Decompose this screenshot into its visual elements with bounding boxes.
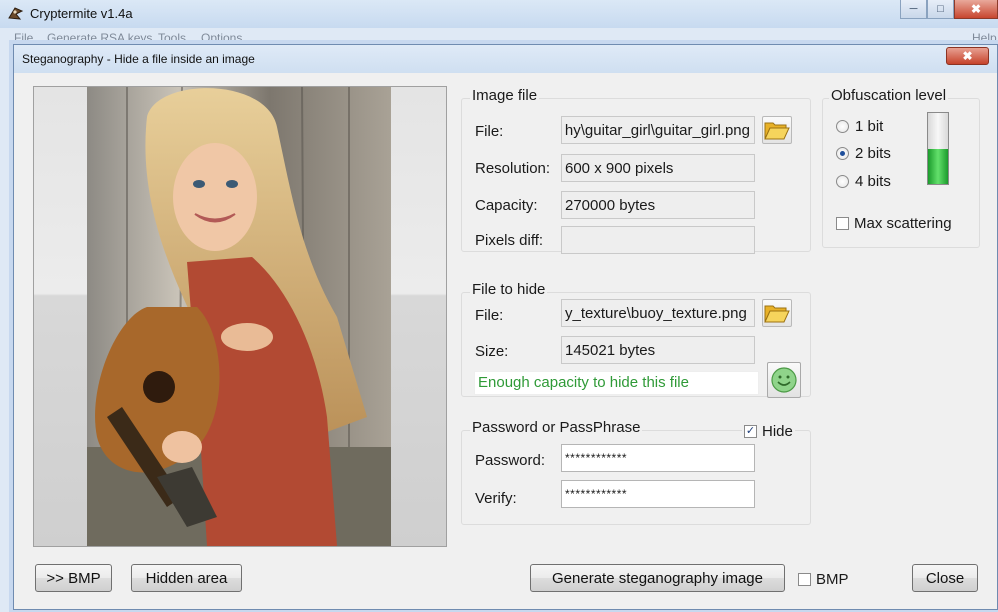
hide-file-size-field: 145021 bytes [561,336,755,364]
image-file-label: File: [475,123,504,140]
image-file-group-title: Image file [470,87,540,104]
obfuscation-level-meter [927,112,949,185]
hide-password-box[interactable]: ✓ [744,425,757,438]
minimize-button[interactable]: ─ [900,0,927,19]
folder-open-icon [764,305,790,323]
dialog-close-button[interactable]: ✖ [946,47,989,65]
menu-file[interactable]: File [14,31,33,45]
password-label: Password: [475,452,546,469]
app-title: Cryptermite v1.4a [30,6,133,21]
hide-file-size-label: Size: [475,343,509,360]
file-to-hide-group-title: File to hide [470,281,548,298]
image-file-browse-button[interactable] [762,116,792,144]
obfuscation-group-title: Obfuscation level [829,87,949,104]
app-icon [8,7,24,20]
radio-4-bits-label: 4 bits [855,173,891,190]
verify-label: Verify: [475,490,517,507]
folder-open-icon [764,122,790,140]
radio-2-bits-label: 2 bits [855,145,891,162]
file-to-hide-group: File to hide File: y_texture\buoy_textur… [461,281,811,398]
hidden-area-button[interactable]: Hidden area [131,564,242,592]
hide-password-label: Hide [762,423,793,440]
generate-steganography-button[interactable]: Generate steganography image [530,564,785,592]
menu-options[interactable]: Options [201,31,242,45]
smiley-status-button[interactable] [767,362,801,398]
dialog-title: Steganography - Hide a file inside an im… [22,52,255,66]
max-scattering-box[interactable] [836,217,849,230]
obfuscation-level-fill [928,148,948,184]
radio-2-bits-dot[interactable] [836,147,849,160]
radio-1-bit-dot[interactable] [836,120,849,133]
capacity-status-text: Enough capacity to hide this file [474,371,759,395]
photo-guitar-girl [87,87,391,546]
image-file-group: Image file File: hy\guitar_girl\guitar_g… [461,87,811,254]
window-close-button[interactable]: ✖ [954,0,998,19]
password-group: Password or PassPhrase ✓ Hide Password: … [461,419,811,525]
verify-password-input[interactable]: ************ [561,480,755,508]
smiley-icon [771,367,797,393]
steganography-dialog: Steganography - Hide a file inside an im… [13,44,998,610]
radio-1-bit-label: 1 bit [855,118,884,135]
dialog-titlebar: Steganography - Hide a file inside an im… [14,45,997,73]
hide-file-browse-button[interactable] [762,299,792,327]
image-file-path-field: hy\guitar_girl\guitar_girl.png [561,116,755,144]
capacity-label: Capacity: [475,197,538,214]
resolution-label: Resolution: [475,160,551,177]
window-controls: ─ □ ✖ [900,0,998,20]
hide-file-label: File: [475,307,504,324]
radio-1-bit[interactable]: 1 bit [836,118,883,135]
pixels-diff-label: Pixels diff: [475,232,544,249]
pixels-diff-field [561,226,755,254]
password-input[interactable]: ************ [561,444,755,472]
capacity-field: 270000 bytes [561,191,755,219]
max-scattering-label: Max scattering [854,215,952,232]
image-preview [33,86,447,547]
bmp-output-checkbox[interactable]: BMP [798,571,849,588]
obfuscation-level-group: Obfuscation level 1 bit 2 bits 4 bits Ma… [822,87,980,248]
menu-tools[interactable]: Tools [158,31,186,45]
max-scattering-checkbox[interactable]: Max scattering [836,215,952,232]
password-group-title: Password or PassPhrase [470,419,643,436]
maximize-button[interactable]: □ [927,0,954,19]
radio-4-bits[interactable]: 4 bits [836,173,891,190]
bmp-output-label: BMP [816,571,849,588]
hide-file-path-field: y_texture\buoy_texture.png [561,299,755,327]
hide-password-checkbox[interactable]: ✓ Hide [742,423,795,440]
bmp-output-box[interactable] [798,573,811,586]
menu-help[interactable]: Help [972,31,997,45]
radio-4-bits-dot[interactable] [836,175,849,188]
radio-2-bits[interactable]: 2 bits [836,145,891,162]
to-bmp-button[interactable]: >> BMP [35,564,112,592]
close-button[interactable]: Close [912,564,978,592]
resolution-field: 600 x 900 pixels [561,154,755,182]
app-titlebar: Cryptermite v1.4a ─ □ ✖ [0,0,998,28]
menu-generate-rsa-keys[interactable]: Generate RSA keys [47,31,152,45]
